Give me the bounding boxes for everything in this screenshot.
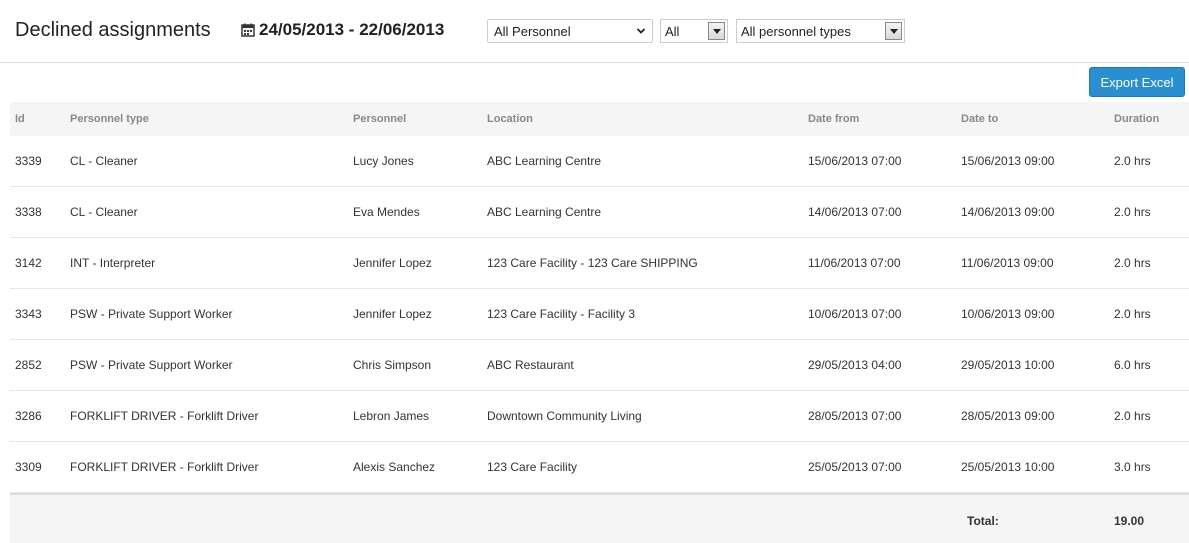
cell-personnel: Chris Simpson	[353, 358, 432, 372]
cell-date-from: 28/05/2013 07:00	[808, 409, 902, 423]
export-excel-button[interactable]: Export Excel	[1089, 67, 1185, 97]
cell-location: 123 Care Facility - 123 Care SHIPPING	[487, 256, 698, 270]
cell-personnel-type: INT - Interpreter	[70, 256, 156, 270]
column-header-date-to[interactable]: Date to	[961, 113, 998, 125]
personnel-type-select[interactable]: All personnel types	[736, 19, 905, 43]
cell-id: 3286	[15, 409, 42, 423]
cell-location: Downtown Community Living	[487, 409, 642, 423]
table-row[interactable]: 3309 FORKLIFT DRIVER - Forklift Driver A…	[10, 442, 1189, 493]
cell-id: 3339	[15, 154, 42, 168]
cell-date-to: 10/06/2013 09:00	[961, 307, 1055, 321]
cell-personnel-type: FORKLIFT DRIVER - Forklift Driver	[70, 409, 259, 423]
dropdown-arrow-icon[interactable]	[708, 22, 725, 40]
chevron-down-icon	[636, 28, 646, 34]
cell-location: ABC Learning Centre	[487, 205, 602, 219]
cell-date-from: 11/06/2013 07:00	[808, 256, 901, 270]
cell-personnel: Alexis Sanchez	[353, 460, 436, 474]
cell-id: 3309	[15, 460, 42, 474]
cell-date-to: 14/06/2013 09:00	[961, 205, 1055, 219]
cell-location: ABC Learning Centre	[487, 154, 602, 168]
cell-date-to: 11/06/2013 09:00	[961, 256, 1054, 270]
column-header-date-from[interactable]: Date from	[808, 113, 859, 125]
cell-duration: 2.0 hrs	[1114, 307, 1151, 321]
declined-assignments-table: Id Personnel type Personnel Location Dat…	[10, 102, 1189, 543]
column-header-personnel[interactable]: Personnel	[353, 113, 406, 125]
cell-personnel-type: FORKLIFT DRIVER - Forklift Driver	[70, 460, 259, 474]
cell-location: ABC Restaurant	[487, 358, 574, 372]
cell-personnel: Jennifer Lopez	[353, 256, 432, 270]
cell-id: 3142	[15, 256, 42, 270]
cell-location: 123 Care Facility	[487, 460, 578, 474]
cell-personnel: Lucy Jones	[353, 154, 414, 168]
cell-date-from: 15/06/2013 07:00	[808, 154, 902, 168]
cell-duration: 2.0 hrs	[1114, 256, 1151, 270]
cell-date-from: 25/05/2013 07:00	[808, 460, 902, 474]
cell-date-from: 29/05/2013 04:00	[808, 358, 902, 372]
cell-date-to: 25/05/2013 10:00	[961, 460, 1055, 474]
header-bar: Declined assignments 24/05/2013 - 22/06/…	[0, 0, 1189, 63]
cell-date-to: 15/06/2013 09:00	[961, 154, 1055, 168]
table-row[interactable]: 3339 CL - Cleaner Lucy Jones ABC Learnin…	[10, 136, 1189, 187]
total-value: 19.00	[1114, 514, 1145, 528]
cell-id: 3338	[15, 205, 42, 219]
cell-personnel: Lebron James	[353, 409, 430, 423]
column-header-personnel-type[interactable]: Personnel type	[70, 113, 149, 125]
table-footer: Total: 19.00	[10, 493, 1189, 543]
calendar-icon	[241, 23, 255, 37]
cell-duration: 6.0 hrs	[1114, 358, 1151, 372]
cell-date-from: 14/06/2013 07:00	[808, 205, 902, 219]
cell-date-to: 29/05/2013 10:00	[961, 358, 1055, 372]
cell-duration: 2.0 hrs	[1114, 409, 1151, 423]
column-header-duration[interactable]: Duration	[1114, 113, 1159, 125]
cell-personnel-type: PSW - Private Support Worker	[70, 307, 233, 321]
cell-duration: 2.0 hrs	[1114, 154, 1151, 168]
table-row[interactable]: 3343 PSW - Private Support Worker Jennif…	[10, 289, 1189, 340]
table-header: Id Personnel type Personnel Location Dat…	[10, 102, 1189, 136]
table-row[interactable]: 3142 INT - Interpreter Jennifer Lopez 12…	[10, 238, 1189, 289]
table-row[interactable]: 3338 CL - Cleaner Eva Mendes ABC Learnin…	[10, 187, 1189, 238]
cell-id: 3343	[15, 307, 42, 321]
cell-id: 2852	[15, 358, 42, 372]
total-label: Total:	[967, 514, 999, 528]
dropdown-arrow-icon[interactable]	[885, 22, 902, 40]
page-title: Declined assignments	[15, 19, 211, 41]
cell-personnel: Jennifer Lopez	[353, 307, 432, 321]
personnel-select-value: All Personnel	[494, 23, 571, 39]
cell-date-to: 28/05/2013 09:00	[961, 409, 1055, 423]
personnel-type-select-value: All personnel types	[741, 23, 851, 39]
column-header-location[interactable]: Location	[487, 113, 533, 125]
date-range-text: 24/05/2013 - 22/06/2013	[259, 20, 445, 39]
cell-date-from: 10/06/2013 07:00	[808, 307, 902, 321]
cell-personnel-type: CL - Cleaner	[70, 154, 138, 168]
cell-duration: 3.0 hrs	[1114, 460, 1151, 474]
cell-duration: 2.0 hrs	[1114, 205, 1151, 219]
column-header-id[interactable]: Id	[15, 113, 25, 125]
cell-personnel-type: CL - Cleaner	[70, 205, 138, 219]
cell-location: 123 Care Facility - Facility 3	[487, 307, 636, 321]
cell-personnel: Eva Mendes	[353, 205, 420, 219]
personnel-select[interactable]: All Personnel	[487, 19, 653, 43]
table-row[interactable]: 2852 PSW - Private Support Worker Chris …	[10, 340, 1189, 391]
status-select-value: All	[665, 23, 680, 39]
status-select[interactable]: All	[660, 19, 728, 43]
table-row[interactable]: 3286 FORKLIFT DRIVER - Forklift Driver L…	[10, 391, 1189, 442]
date-range[interactable]: 24/05/2013 - 22/06/2013	[241, 20, 444, 40]
cell-personnel-type: PSW - Private Support Worker	[70, 358, 233, 372]
